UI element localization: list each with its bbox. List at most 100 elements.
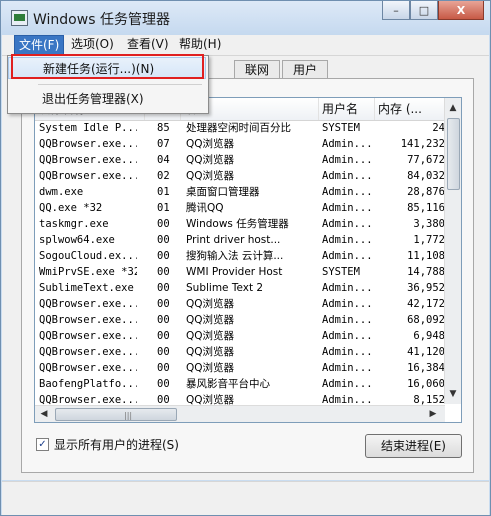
- cell-description: 搜狗输入法 云计算...: [186, 250, 284, 262]
- cell-image-name: QQBrowser.exe...: [39, 314, 137, 326]
- menu-item-exit-label: 退出任务管理器(X): [42, 92, 144, 106]
- cell-description: QQ浏览器: [186, 346, 235, 358]
- cell-memory: 16,060: [407, 378, 445, 390]
- cell-image-name: WmiPrvSE.exe *32: [39, 266, 137, 278]
- menu-item-exit[interactable]: 退出任务管理器(X): [8, 88, 206, 110]
- scroll-up-icon[interactable]: ▲: [447, 101, 459, 115]
- menu-bar: 文件(F) 选项(O) 查看(V) 帮助(H): [2, 35, 489, 56]
- show-all-users-checkbox[interactable]: ✓: [36, 438, 49, 451]
- cell-cpu: 07: [157, 138, 170, 150]
- table-row[interactable]: QQBrowser.exe... 00 QQ浏览器 Admin... 41,120: [35, 344, 445, 360]
- cell-cpu: 00: [157, 378, 170, 390]
- cell-cpu: 02: [157, 170, 170, 182]
- end-process-button[interactable]: 结束进程(E): [365, 434, 462, 458]
- cell-description: Windows 任务管理器: [186, 218, 289, 230]
- menu-help[interactable]: 帮助(H): [175, 35, 225, 54]
- cell-memory: 16,384: [407, 362, 445, 374]
- cell-memory: 77,672: [407, 154, 445, 166]
- cell-memory: 14,788: [407, 266, 445, 278]
- cell-image-name: BaofengPlatfo...: [39, 378, 137, 390]
- cell-description: Sublime Text 2: [186, 282, 264, 294]
- cell-image-name: splwow64.exe: [39, 234, 115, 246]
- scroll-down-icon[interactable]: ▼: [447, 387, 459, 401]
- cell-description: QQ浏览器: [186, 330, 235, 342]
- cell-username: Admin...: [322, 186, 373, 198]
- cell-username: Admin...: [322, 170, 373, 182]
- cell-memory: 6,948: [413, 330, 445, 342]
- table-row[interactable]: QQBrowser.exe... 04 QQ浏览器 Admin... 77,672: [35, 152, 445, 168]
- cell-memory: 28,876: [407, 186, 445, 198]
- table-row[interactable]: dwm.exe 01 桌面窗口管理器 Admin... 28,876: [35, 184, 445, 200]
- task-manager-window: Windows 任务管理器 – □ X 文件(F) 选项(O) 查看(V) 帮助…: [0, 0, 491, 516]
- cell-cpu: 00: [157, 346, 170, 358]
- table-row[interactable]: WmiPrvSE.exe *32 00 WMI Provider Host SYSTE…: [35, 264, 445, 280]
- cell-image-name: SogouCloud.ex...: [39, 250, 137, 262]
- cell-image-name: dwm.exe: [39, 186, 84, 198]
- cell-username: Admin...: [322, 330, 373, 342]
- menu-view[interactable]: 查看(V): [123, 35, 173, 54]
- scroll-right-icon[interactable]: ▶: [427, 407, 439, 421]
- cell-cpu: 00: [157, 298, 170, 310]
- cell-username: Admin...: [322, 282, 373, 294]
- cell-username: Admin...: [322, 298, 373, 310]
- file-menu-dropdown: 新建任务(运行...)(N) 退出任务管理器(X): [7, 54, 209, 114]
- cell-description: QQ浏览器: [186, 314, 235, 326]
- processes-panel: 映像名称 CPU 描述 用户名 内存 (... System Idle P...…: [21, 78, 474, 473]
- col-memory[interactable]: 内存 (...: [375, 98, 445, 120]
- cell-username: Admin...: [322, 378, 373, 390]
- close-button[interactable]: X: [438, 1, 484, 20]
- table-row[interactable]: QQBrowser.exe... 00 QQ浏览器 Admin... 6,948: [35, 328, 445, 344]
- menu-separator: [38, 84, 202, 85]
- cell-memory: 24: [432, 122, 445, 134]
- cell-description: WMI Provider Host: [186, 266, 283, 278]
- horizontal-scrollbar[interactable]: ◀ ||| ▶: [35, 405, 445, 422]
- maximize-button[interactable]: □: [410, 1, 438, 20]
- table-row[interactable]: SogouCloud.ex... 00 搜狗输入法 云计算... Admin... 11…: [35, 248, 445, 264]
- cell-cpu: 00: [157, 218, 170, 230]
- cell-image-name: QQBrowser.exe...: [39, 362, 137, 374]
- cell-image-name: QQBrowser.exe...: [39, 298, 137, 310]
- cell-username: Admin...: [322, 202, 373, 214]
- cell-username: Admin...: [322, 250, 373, 262]
- vertical-scrollbar[interactable]: ▲ ▼: [444, 98, 461, 404]
- menu-options[interactable]: 选项(O): [67, 35, 118, 54]
- table-rows: System Idle P... 85 处理器空闲时间百分比 SYSTEM 24 QQBr…: [35, 120, 445, 422]
- cell-cpu: 85: [157, 122, 170, 134]
- table-row[interactable]: QQBrowser.exe... 02 QQ浏览器 Admin... 84,032: [35, 168, 445, 184]
- cell-image-name: QQ.exe *32: [39, 202, 103, 214]
- table-row[interactable]: splwow64.exe 00 Print driver host... Admin.…: [35, 232, 445, 248]
- cell-image-name: SublimeText.exe: [39, 282, 134, 294]
- table-row[interactable]: QQ.exe *32 01 腾讯QQ Admin... 85,116: [35, 200, 445, 216]
- highlight-box: [11, 54, 204, 79]
- horizontal-scroll-thumb[interactable]: |||: [55, 408, 177, 421]
- show-all-users-option[interactable]: ✓ 显示所有用户的进程(S): [36, 436, 179, 453]
- table-row[interactable]: QQBrowser.exe... 00 QQ浏览器 Admin... 16,384: [35, 360, 445, 376]
- tab-networking[interactable]: 联网: [234, 60, 280, 79]
- table-row[interactable]: BaofengPlatfo... 00 暴风影音平台中心 Admin... 16,060: [35, 376, 445, 392]
- cell-memory: 85,116: [407, 202, 445, 214]
- cell-cpu: 01: [157, 186, 170, 198]
- cell-username: SYSTEM: [322, 122, 360, 134]
- minimize-button[interactable]: –: [382, 1, 410, 20]
- scroll-left-icon[interactable]: ◀: [38, 407, 50, 421]
- table-row[interactable]: QQBrowser.exe... 00 QQ浏览器 Admin... 68,092: [35, 312, 445, 328]
- cell-memory: 11,108: [407, 250, 445, 262]
- table-row[interactable]: QQBrowser.exe... 07 QQ浏览器 Admin... 141,232: [35, 136, 445, 152]
- task-manager-icon: [11, 10, 28, 26]
- table-row[interactable]: QQBrowser.exe... 00 QQ浏览器 Admin... 42,172: [35, 296, 445, 312]
- cell-memory: 141,232: [400, 138, 445, 150]
- table-row[interactable]: SublimeText.exe 00 Sublime Text 2 Admin... 3…: [35, 280, 445, 296]
- col-username[interactable]: 用户名: [319, 98, 375, 120]
- cell-cpu: 00: [157, 250, 170, 262]
- grip-icon: |||: [124, 411, 133, 420]
- tab-users[interactable]: 用户: [282, 60, 328, 79]
- title-bar[interactable]: Windows 任务管理器 – □ X: [1, 1, 490, 35]
- vertical-scroll-thumb[interactable]: [447, 118, 460, 190]
- table-row[interactable]: taskmgr.exe 00 Windows 任务管理器 Admin... 3,380: [35, 216, 445, 232]
- cell-description: QQ浏览器: [186, 362, 235, 374]
- cell-description: 桌面窗口管理器: [186, 186, 260, 198]
- table-row[interactable]: System Idle P... 85 处理器空闲时间百分比 SYSTEM 24: [35, 120, 445, 136]
- cell-description: QQ浏览器: [186, 154, 235, 166]
- menu-file[interactable]: 文件(F): [14, 35, 65, 56]
- cell-image-name: System Idle P...: [39, 122, 137, 134]
